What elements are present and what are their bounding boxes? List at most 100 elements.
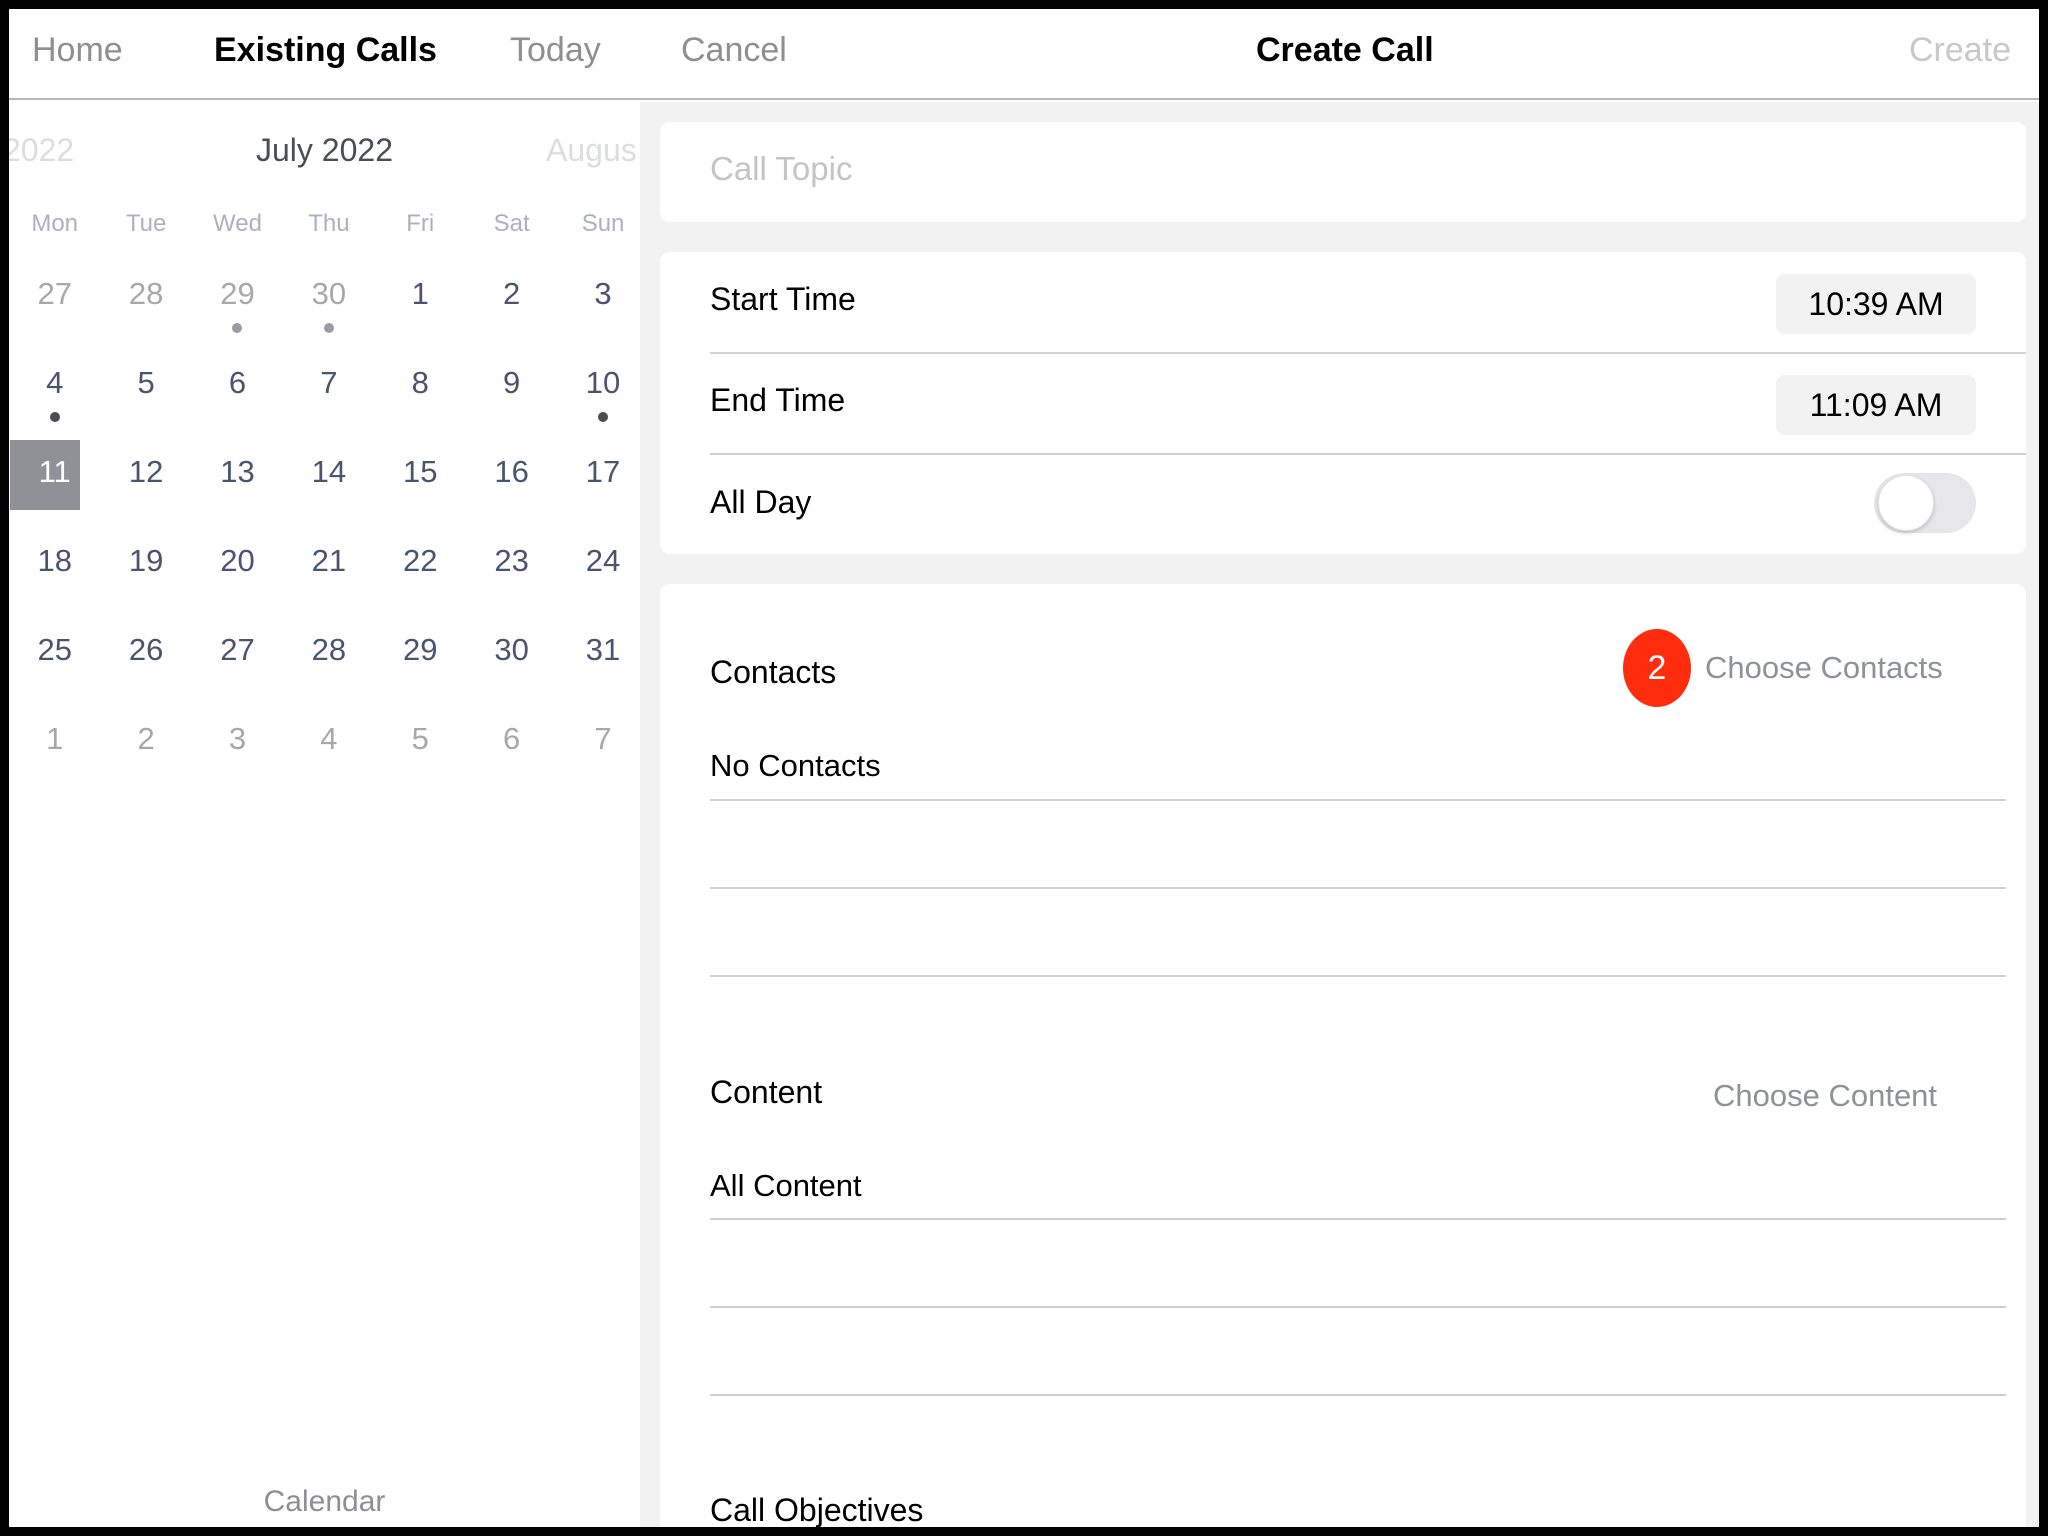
day-number: 5 — [411, 721, 429, 756]
weekday-label: Fri — [406, 210, 435, 237]
day-number: 24 — [585, 543, 621, 578]
calendar-day[interactable]: 4 — [283, 707, 374, 796]
calendar-day[interactable]: 6 — [466, 707, 557, 796]
calendar-day[interactable]: 15 — [375, 440, 466, 529]
calendar-day[interactable]: 12 — [100, 440, 191, 529]
end-time-picker[interactable]: 11:09 AM — [1776, 375, 1976, 435]
contacts-title: Contacts — [710, 654, 837, 690]
day-number: 14 — [311, 454, 347, 489]
day-number: 15 — [403, 454, 438, 489]
cancel-button[interactable]: Cancel — [681, 31, 787, 70]
divider — [710, 975, 2006, 977]
day-number: 30 — [311, 276, 347, 311]
divider — [710, 1394, 2006, 1396]
day-number: 6 — [503, 721, 521, 756]
calendar-day[interactable]: 25 — [9, 618, 100, 707]
calendar-day[interactable]: 27 — [9, 262, 100, 351]
calendar-day[interactable]: 23 — [466, 529, 557, 618]
calendar-day[interactable]: 7 — [283, 351, 374, 440]
event-indicator-dot — [232, 323, 243, 333]
calendar-day[interactable]: 30 — [466, 618, 557, 707]
calendar-day[interactable]: 3 — [192, 707, 283, 796]
calendar-day[interactable]: 24 — [557, 529, 648, 618]
calendar-day[interactable]: 18 — [9, 529, 100, 618]
content-title: Content — [710, 1074, 823, 1110]
calendar-day[interactable]: 29 — [192, 262, 283, 351]
calendar-day[interactable]: 2 — [466, 262, 557, 351]
calendar-day[interactable]: 2 — [100, 707, 191, 796]
next-month[interactable]: Augus — [546, 132, 637, 169]
calendar-day[interactable]: 28 — [283, 618, 374, 707]
day-number: 28 — [311, 632, 347, 667]
all-day-toggle[interactable] — [1874, 473, 1976, 533]
day-number: 28 — [128, 276, 164, 311]
weekday-label: Sun — [581, 210, 625, 237]
day-number: 25 — [37, 632, 72, 667]
weekday-label: Thu — [308, 210, 350, 237]
day-number: 6 — [228, 365, 247, 400]
day-number: 10 — [585, 365, 621, 400]
weekday-label: Sat — [493, 210, 530, 237]
calendar-day[interactable]: 31 — [557, 618, 648, 707]
calendar-day[interactable]: 9 — [466, 351, 557, 440]
calendar-tab[interactable]: Calendar — [9, 1485, 640, 1519]
calendar-day[interactable]: 29 — [375, 618, 466, 707]
calendar-day[interactable]: 16 — [466, 440, 557, 529]
calendar-day[interactable]: 22 — [375, 529, 466, 618]
today-button[interactable]: Today — [510, 31, 601, 70]
calendar-day[interactable]: 19 — [100, 529, 191, 618]
calendar-day[interactable]: 1 — [375, 262, 466, 351]
day-number: 18 — [37, 543, 72, 578]
day-number: 29 — [220, 276, 255, 311]
call-topic-card — [660, 122, 2026, 222]
calendar-day[interactable]: 28 — [100, 262, 191, 351]
calendar-day[interactable]: 4 — [9, 351, 100, 440]
divider — [710, 799, 2006, 801]
divider — [710, 1218, 2006, 1220]
call-topic-input[interactable] — [710, 150, 1990, 188]
choose-contacts-button[interactable]: Choose Contacts — [1705, 650, 1943, 686]
calendar-day[interactable]: 7 — [557, 707, 648, 796]
weekday-label: Mon — [31, 210, 79, 237]
calendar-day[interactable]: 1 — [9, 707, 100, 796]
day-number: 19 — [128, 543, 164, 578]
create-call-form: Start Time 10:39 AM End Time 11:09 AM Al… — [640, 102, 2039, 1527]
day-number: 3 — [228, 721, 247, 756]
start-time-label: Start Time — [710, 281, 856, 317]
calendar-day[interactable]: 5 — [375, 707, 466, 796]
day-number: 7 — [320, 365, 338, 400]
home-button[interactable]: Home — [32, 31, 123, 70]
contacts-value: No Contacts — [710, 748, 881, 783]
choose-content-button[interactable]: Choose Content — [1713, 1078, 1937, 1114]
calendar-day[interactable]: 17 — [557, 440, 648, 529]
event-indicator-dot — [323, 323, 334, 333]
calendar-day[interactable]: 30 — [283, 262, 374, 351]
navigation-bar: Home Existing Calls Today Cancel Create … — [9, 9, 2039, 100]
day-number: 16 — [494, 454, 529, 489]
calendar-grid: 27 28 29 30 1 2 3 4 5 6 7 8 9 10 11 12 13 14 15 16 17 18 19 20 2… — [9, 262, 649, 796]
existing-calls-button[interactable]: Existing Calls — [214, 31, 437, 70]
day-number: 7 — [594, 721, 612, 756]
contacts-count-badge: 2 — [1623, 629, 1691, 707]
calendar-day[interactable]: 14 — [283, 440, 374, 529]
calendar-day[interactable]: 20 — [192, 529, 283, 618]
day-number: 1 — [46, 721, 64, 756]
create-button[interactable]: Create — [1909, 31, 2011, 70]
day-number: 4 — [320, 721, 338, 756]
start-time-picker[interactable]: 10:39 AM — [1776, 274, 1976, 334]
calendar-day[interactable]: 26 — [100, 618, 191, 707]
calendar-day[interactable]: 3 — [557, 262, 648, 351]
calendar-day[interactable]: 5 — [100, 351, 191, 440]
calendar-day-selected[interactable]: 11 — [9, 440, 100, 529]
calendar-day[interactable]: 13 — [192, 440, 283, 529]
day-number: 23 — [494, 543, 529, 578]
day-number: 5 — [137, 365, 155, 400]
call-objectives-title: Call Objectives — [710, 1492, 924, 1527]
calendar-day[interactable]: 21 — [283, 529, 374, 618]
calendar-day[interactable]: 27 — [192, 618, 283, 707]
day-number: 3 — [594, 276, 612, 311]
day-number: 4 — [46, 365, 64, 400]
calendar-day[interactable]: 10 — [557, 351, 648, 440]
calendar-day[interactable]: 6 — [192, 351, 283, 440]
calendar-day[interactable]: 8 — [375, 351, 466, 440]
